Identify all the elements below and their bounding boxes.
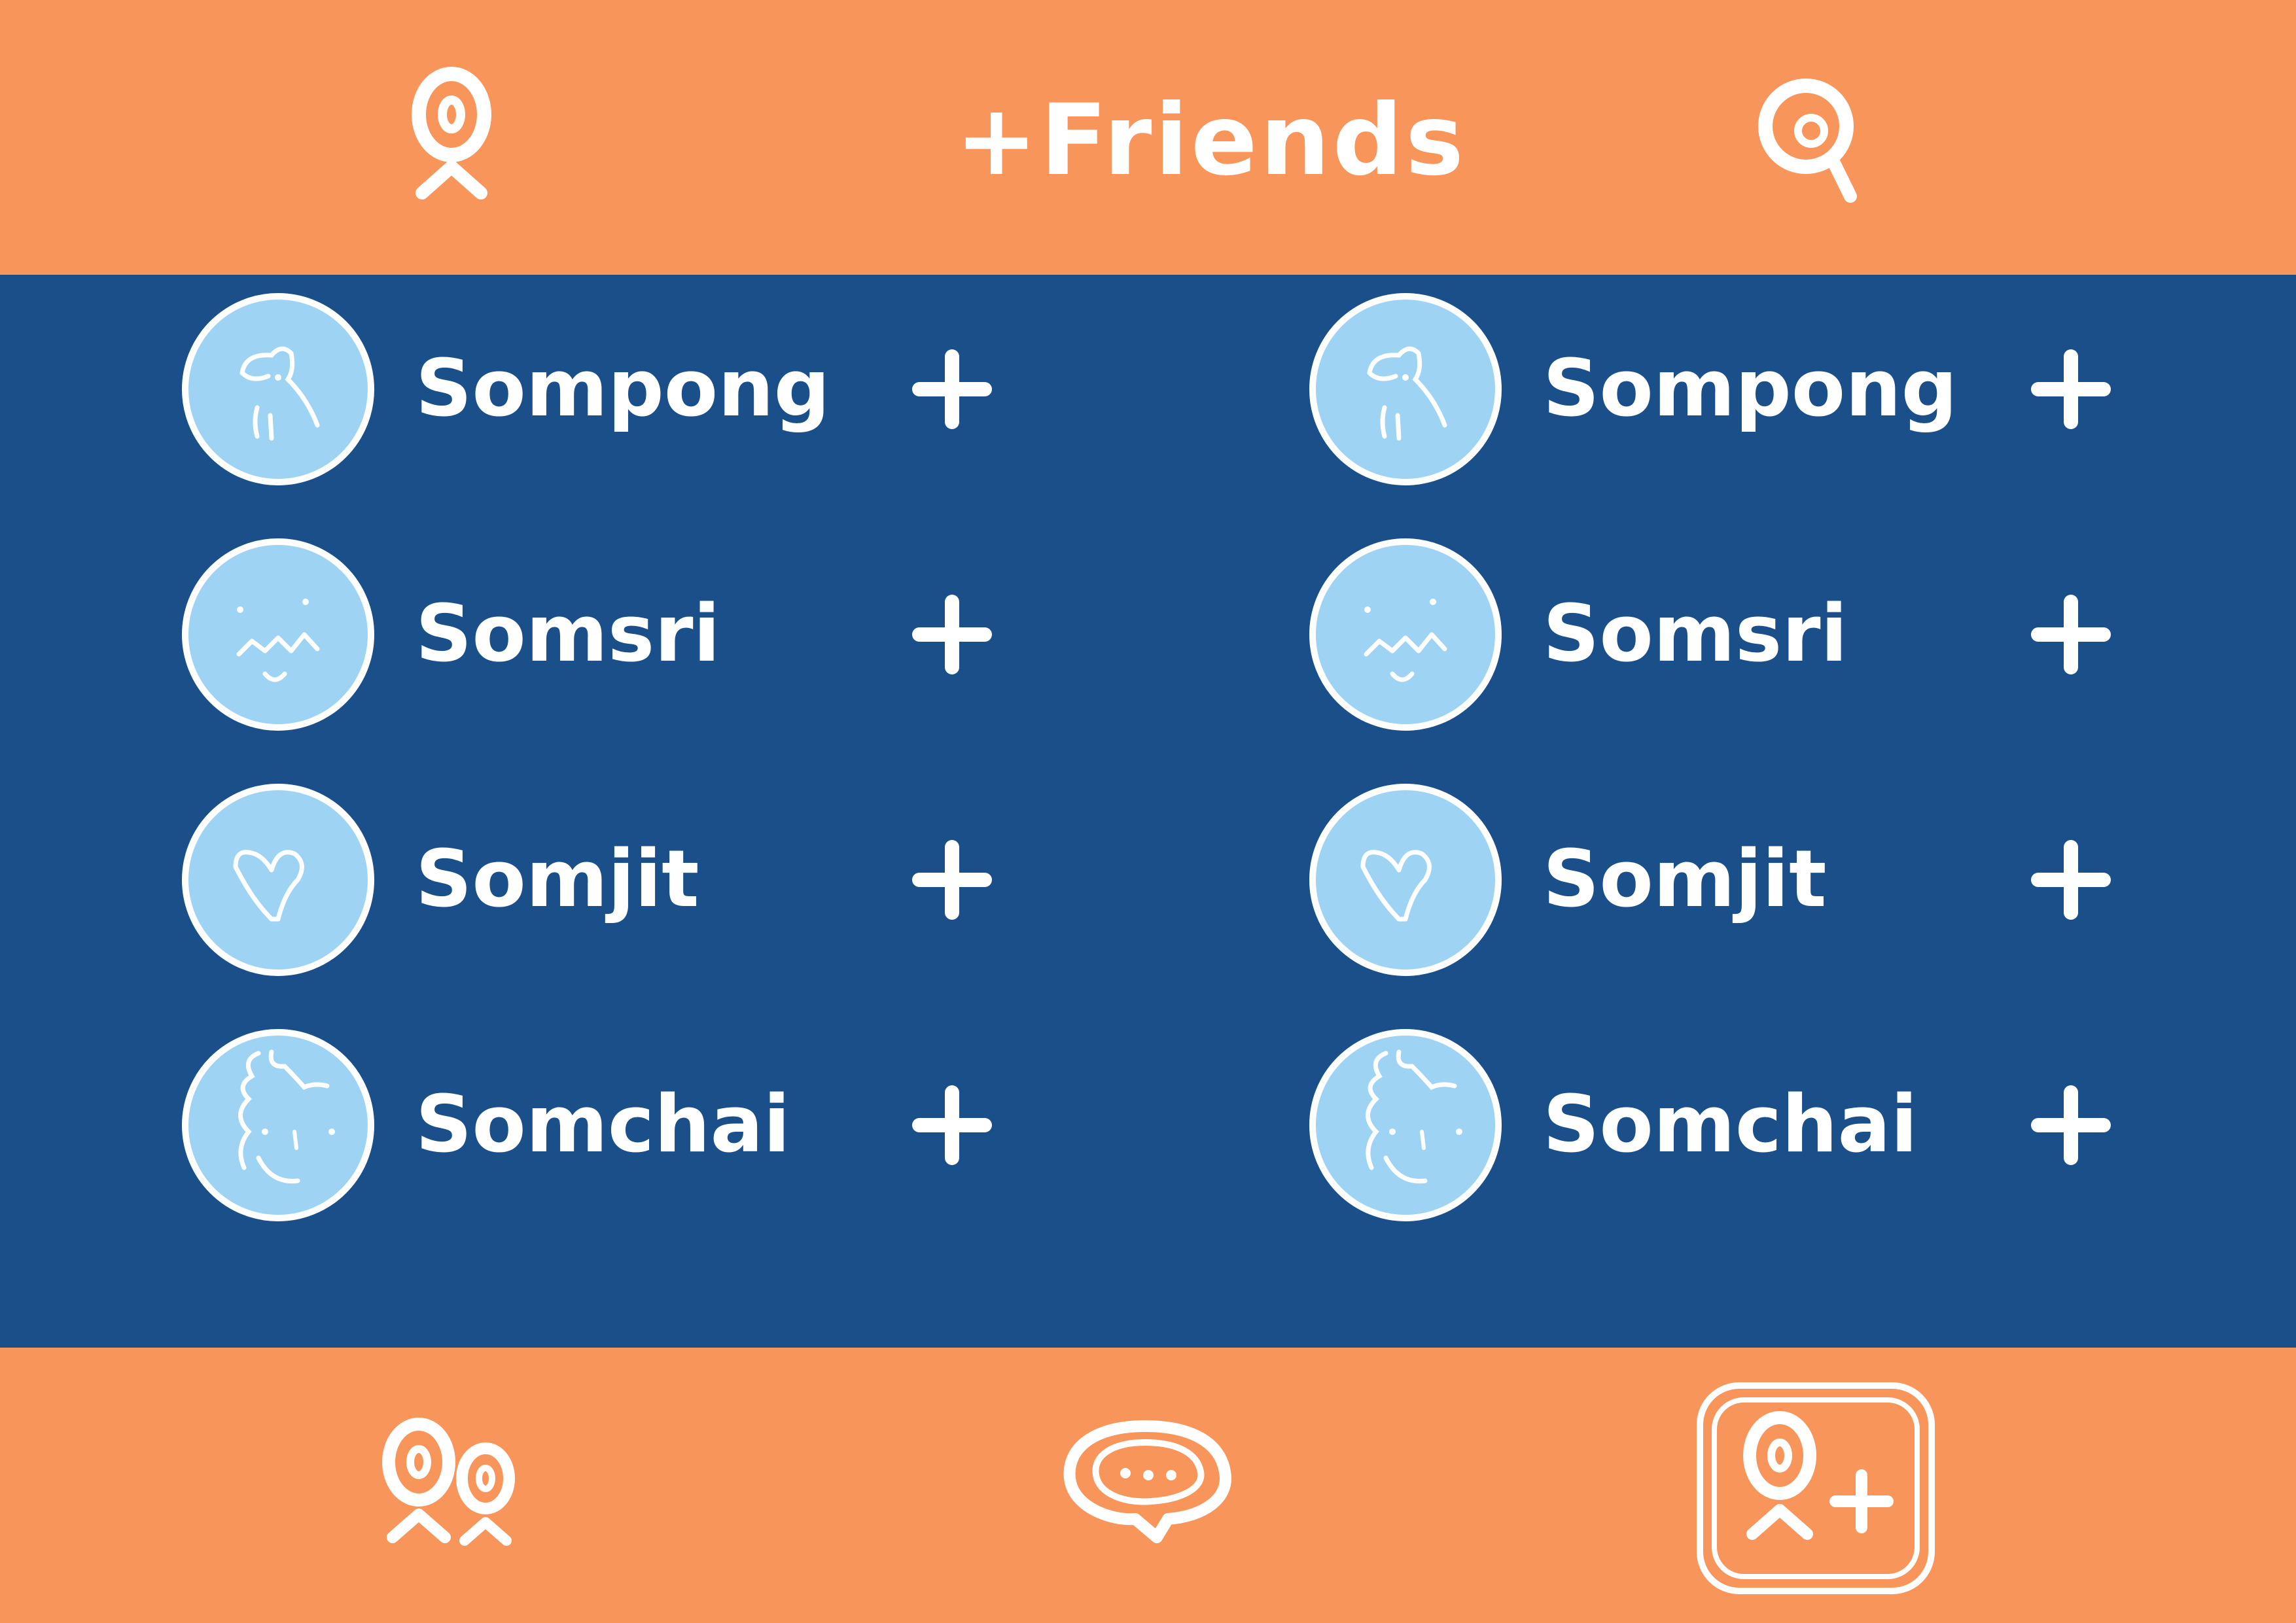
friends-icon[interactable]: [366, 1410, 537, 1560]
smile-face-avatar: [180, 536, 376, 733]
add-friend-button[interactable]: [910, 837, 995, 922]
friend-suggestions-panel[interactable]: Sompong Somsri Somjit Somchai Sompong So…: [0, 275, 2296, 1595]
heart-avatar: [180, 782, 376, 978]
friend-row: Somjit: [1307, 782, 2296, 978]
friend-row: Sompong: [180, 291, 1292, 487]
friend-name: Sompong: [1543, 343, 1958, 434]
bottom-navigation: [0, 1348, 2296, 1623]
top-bar: +Friends: [0, 0, 2296, 275]
smile-face-avatar: [1307, 536, 1504, 733]
curly-hair-face-avatar: [180, 1027, 376, 1223]
friend-name: Somchai: [415, 1079, 790, 1170]
add-friend-button[interactable]: [910, 347, 995, 432]
friend-row: Somsri: [1307, 536, 2296, 733]
add-friend-icon[interactable]: [1695, 1380, 1937, 1596]
add-friend-button[interactable]: [2028, 592, 2113, 677]
friend-name: Somchai: [1543, 1079, 1918, 1170]
profile-icon[interactable]: [393, 62, 510, 213]
friend-name: Somjit: [1543, 834, 1827, 925]
page-title: +Friends: [955, 84, 1467, 198]
heart-avatar: [1307, 782, 1504, 978]
friend-row: Somjit: [180, 782, 1292, 978]
elephant-avatar: [180, 291, 376, 487]
friend-name: Sompong: [415, 343, 830, 434]
add-friend-button[interactable]: [2028, 347, 2113, 432]
add-friend-button[interactable]: [910, 1083, 995, 1168]
add-friend-button[interactable]: [910, 592, 995, 677]
friend-name: Somsri: [415, 589, 720, 680]
curly-hair-face-avatar: [1307, 1027, 1504, 1223]
friend-row: Sompong: [1307, 291, 2296, 487]
elephant-avatar: [1307, 291, 1504, 487]
friend-row: Somsri: [180, 536, 1292, 733]
chat-icon[interactable]: [1053, 1413, 1237, 1550]
add-friend-button[interactable]: [2028, 837, 2113, 922]
friend-row: Somchai: [1307, 1027, 2296, 1223]
add-friend-button[interactable]: [2028, 1083, 2113, 1168]
search-icon[interactable]: [1754, 69, 1871, 206]
friend-row: Somchai: [180, 1027, 1292, 1223]
friend-name: Somsri: [1543, 589, 1848, 680]
friend-name: Somjit: [415, 834, 699, 925]
